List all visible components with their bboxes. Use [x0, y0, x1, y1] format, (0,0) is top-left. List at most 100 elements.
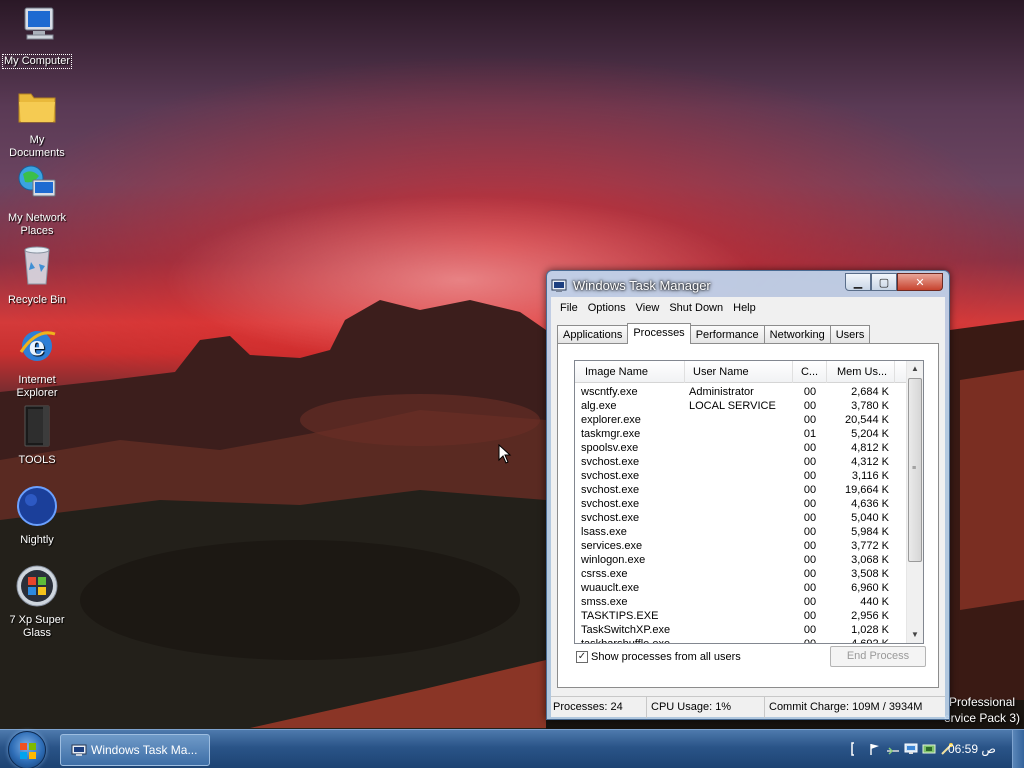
table-row[interactable]: svchost.exe 00 4,636 K	[575, 497, 908, 511]
desktop-icon-my-network-places[interactable]: My Network Places	[0, 162, 74, 238]
process-image-name: services.exe	[581, 540, 643, 552]
show-desktop-button[interactable]	[1012, 730, 1024, 768]
safely-remove-icon[interactable]	[922, 742, 936, 756]
table-row[interactable]: smss.exe 00 440 K	[575, 595, 908, 609]
window-controls: ▁ ▢ ✕	[845, 273, 943, 291]
desktop-icon-label: My Network Places	[7, 212, 67, 237]
show-all-processes-checkbox[interactable]: ✓ Show processes from all users	[576, 651, 741, 663]
process-mem-usage: 2,684 K	[851, 386, 889, 398]
desktop-icon-my-computer[interactable]: My Computer	[0, 4, 74, 69]
column-cpu[interactable]: C...	[793, 361, 827, 383]
process-user-name	[685, 483, 793, 497]
start-button[interactable]	[8, 731, 46, 768]
table-row[interactable]: TASKTIPS.EXE 00 2,956 K	[575, 609, 908, 623]
process-list-header: Image Name User Name C... Mem Us...	[575, 361, 908, 383]
table-row[interactable]: svchost.exe 00 3,116 K	[575, 469, 908, 483]
nightly-globe-icon	[17, 486, 57, 526]
menu-view[interactable]: View	[631, 302, 665, 314]
desktop-icon-label: 7 Xp Super Glass	[9, 614, 65, 639]
network-link-icon[interactable]	[886, 742, 900, 756]
process-mem-usage: 3,772 K	[851, 540, 889, 552]
process-image-name: smss.exe	[581, 596, 628, 608]
process-user-name	[685, 581, 793, 595]
window-title: Windows Task Manager	[573, 278, 711, 293]
status-processes: Processes: 24	[551, 697, 647, 718]
desktop-icon-label: Recycle Bin	[7, 294, 67, 306]
column-image-name[interactable]: Image Name	[575, 361, 685, 383]
tab-processes[interactable]: Processes	[627, 323, 691, 344]
desktop-icon-nightly[interactable]: Nightly	[0, 484, 74, 547]
process-user-name: Administrator	[689, 386, 754, 398]
table-row[interactable]: alg.exe LOCAL SERVICE 00 3,780 K	[575, 399, 908, 413]
table-row[interactable]: winlogon.exe 00 3,068 K	[575, 553, 908, 567]
desktop-icon-label: My Documents	[9, 134, 65, 159]
menu-file[interactable]: File	[555, 302, 583, 314]
tab-strip: Applications Processes Performance Netwo…	[557, 323, 871, 344]
process-list[interactable]: Image Name User Name C... Mem Us... wscn…	[574, 360, 924, 644]
table-row[interactable]: csrss.exe 00 3,508 K	[575, 567, 908, 581]
process-user-name	[685, 455, 793, 469]
table-row[interactable]: taskbarshuffle.exe 00 4,692 K	[575, 637, 908, 644]
column-user-name[interactable]: User Name	[685, 361, 793, 383]
checkbox-box[interactable]: ✓	[576, 651, 588, 663]
process-user-name	[685, 595, 793, 609]
my-computer-icon	[24, 7, 54, 40]
process-mem-usage: 5,040 K	[851, 512, 889, 524]
monitor-icon[interactable]	[904, 742, 918, 756]
tab-performance[interactable]: Performance	[689, 325, 765, 344]
process-user-name	[685, 609, 793, 623]
process-mem-usage: 4,692 K	[851, 638, 889, 644]
table-row[interactable]: TaskSwitchXP.exe 00 1,028 K	[575, 623, 908, 637]
process-image-name: spoolsv.exe	[581, 442, 639, 454]
table-row[interactable]: wscntfy.exe Administrator 00 2,684 K	[575, 385, 908, 399]
desktop-icon-internet-explorer[interactable]: e Internet Explorer	[0, 324, 74, 400]
tab-networking[interactable]: Networking	[763, 325, 831, 344]
process-cpu: 00	[803, 554, 817, 566]
desktop-icon-recycle-bin[interactable]: Recycle Bin	[0, 244, 74, 307]
table-row[interactable]: lsass.exe 00 5,984 K	[575, 525, 908, 539]
scroll-thumb[interactable]: ≡	[908, 378, 922, 562]
scroll-up-arrow-icon[interactable]: ▲	[907, 361, 923, 377]
table-row[interactable]: wuauclt.exe 00 6,960 K	[575, 581, 908, 595]
status-bar: Processes: 24 CPU Usage: 1% Commit Charg…	[551, 696, 945, 718]
table-row[interactable]: spoolsv.exe 00 4,812 K	[575, 441, 908, 455]
close-button[interactable]: ✕	[897, 273, 943, 291]
process-mem-usage: 3,068 K	[851, 554, 889, 566]
column-mem-usage[interactable]: Mem Us...	[827, 361, 895, 383]
process-mem-usage: 4,636 K	[851, 498, 889, 510]
scroll-down-arrow-icon[interactable]: ▼	[907, 627, 923, 643]
menu-shut-down[interactable]: Shut Down	[664, 302, 728, 314]
table-row[interactable]: svchost.exe 00 19,664 K	[575, 483, 908, 497]
taskbar-button-task-manager[interactable]: Windows Task Ma...	[60, 734, 210, 766]
taskbar-clock[interactable]: 06:59 ص	[948, 730, 996, 768]
language-bracket-icon[interactable]	[850, 742, 864, 756]
maximize-button[interactable]: ▢	[871, 273, 897, 291]
end-process-button[interactable]: End Process	[830, 646, 926, 667]
process-user-name	[685, 441, 793, 455]
tab-applications[interactable]: Applications	[557, 325, 629, 344]
table-row[interactable]: taskmgr.exe 01 5,204 K	[575, 427, 908, 441]
tab-users[interactable]: Users	[829, 325, 871, 344]
os-edition-watermark: Professional	[949, 695, 1016, 709]
desktop-icon-7xp-super-glass[interactable]: 7 Xp Super Glass	[0, 564, 74, 640]
flag-icon[interactable]	[868, 742, 882, 756]
desktop-icon-tools[interactable]: TOOLS	[0, 404, 74, 467]
desktop-icon-my-documents[interactable]: My Documents	[0, 84, 74, 160]
table-row[interactable]: svchost.exe 00 5,040 K	[575, 511, 908, 525]
menu-options[interactable]: Options	[583, 302, 631, 314]
process-rows: wscntfy.exe Administrator 00 2,684 Kalg.exe…	[575, 385, 908, 644]
table-row[interactable]: services.exe 00 3,772 K	[575, 539, 908, 553]
task-manager-window[interactable]: Windows Task Manager ▁ ▢ ✕ File Options …	[546, 270, 950, 720]
status-commit-charge: Commit Charge: 109M / 3934M	[769, 701, 923, 713]
process-image-name: winlogon.exe	[581, 554, 646, 566]
table-row[interactable]: svchost.exe 00 4,312 K	[575, 455, 908, 469]
process-cpu: 00	[803, 386, 817, 398]
vertical-scrollbar[interactable]: ▲ ≡ ▼	[906, 361, 923, 643]
minimize-button[interactable]: ▁	[845, 273, 871, 291]
process-image-name: explorer.exe	[581, 414, 641, 426]
table-row[interactable]: explorer.exe 00 20,544 K	[575, 413, 908, 427]
process-image-name: TASKTIPS.EXE	[581, 610, 659, 622]
menu-help[interactable]: Help	[728, 302, 761, 314]
process-mem-usage: 4,812 K	[851, 442, 889, 454]
process-user-name	[685, 637, 793, 643]
